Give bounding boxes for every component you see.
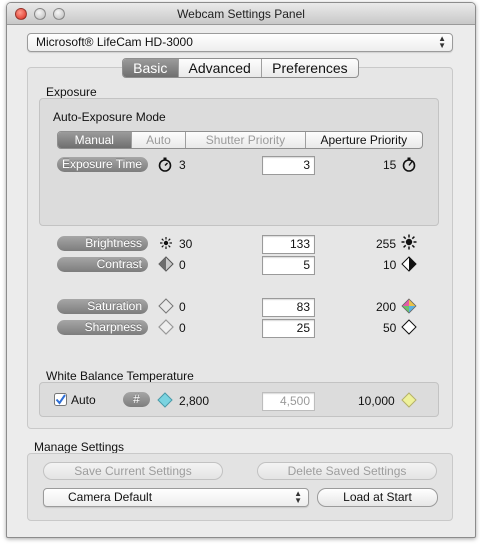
stopwatch-icon — [158, 157, 172, 172]
diamond-warm-icon — [401, 392, 417, 408]
contrast-min: 0 — [179, 258, 186, 272]
mode-manual-button[interactable]: Manual — [58, 132, 131, 148]
auto-white-balance-checkbox[interactable] — [54, 393, 67, 406]
settings-window: Webcam Settings Panel Microsoft® LifeCam… — [6, 2, 476, 538]
load-at-start-button[interactable]: Load at Start — [317, 488, 438, 507]
saturation-min: 0 — [179, 300, 186, 314]
manage-settings-label: Manage Settings — [34, 440, 125, 454]
tab-bar: Basic Advanced Preferences — [122, 58, 359, 78]
tab-basic[interactable]: Basic — [123, 59, 178, 77]
saturation-field[interactable]: 83 — [262, 298, 315, 317]
window-title: Webcam Settings Panel — [177, 7, 305, 21]
contrast-low-icon — [158, 256, 174, 272]
sharpness-max: 50 — [383, 321, 397, 335]
white-balance-field[interactable]: 4,500 — [262, 392, 315, 411]
diamond-color-icon — [401, 298, 417, 314]
white-balance-max: 10,000 — [358, 394, 395, 408]
camera-select[interactable]: Microsoft® LifeCam HD-3000 ▲ ▼ — [27, 33, 453, 52]
tab-preferences[interactable]: Preferences — [260, 59, 358, 77]
save-current-settings-button[interactable]: Save Current Settings — [43, 462, 223, 480]
mode-aperture-priority-button[interactable]: Aperture Priority — [304, 132, 422, 148]
exposure-mode-control: Manual Auto Shutter Priority Aperture Pr… — [57, 131, 423, 149]
preset-popup-arrows-icon: ▲ ▼ — [294, 489, 302, 505]
delete-saved-settings-button[interactable]: Delete Saved Settings — [257, 462, 437, 480]
brightness-min: 30 — [179, 237, 193, 251]
exposure-time-field[interactable]: 3 — [262, 156, 315, 175]
sharpness-high-icon — [401, 319, 417, 335]
contrast-field[interactable]: 5 — [262, 256, 315, 275]
mode-shutter-priority-button[interactable]: Shutter Priority — [185, 132, 304, 148]
auto-exposure-mode-label: Auto-Exposure Mode — [53, 110, 166, 124]
white-balance-min: 2,800 — [179, 394, 210, 408]
contrast-label: Contrast — [57, 257, 148, 272]
mode-auto-button[interactable]: Auto — [130, 132, 186, 148]
contrast-high-icon — [401, 256, 417, 272]
sun-large-icon — [401, 234, 417, 250]
sharpness-label: Sharpness — [57, 320, 148, 335]
auto-white-balance-label: Auto — [71, 393, 96, 407]
sun-small-icon — [160, 237, 172, 249]
brightness-max: 255 — [376, 237, 397, 251]
popup-arrows-icon: ▲ ▼ — [438, 34, 446, 50]
diamond-outline-icon — [158, 298, 174, 314]
sharpness-field[interactable]: 25 — [262, 319, 315, 338]
sharpness-low-icon — [158, 319, 174, 335]
sharpness-min: 0 — [179, 321, 186, 335]
saturation-max: 200 — [376, 300, 397, 314]
tab-advanced[interactable]: Advanced — [177, 59, 261, 77]
diamond-cool-icon — [157, 392, 173, 408]
preset-select-value: Camera Default — [68, 490, 153, 504]
exposure-time-min: 3 — [179, 158, 186, 172]
white-balance-section-label: White Balance Temperature — [46, 369, 194, 383]
exposure-section-label: Exposure — [46, 85, 97, 99]
exposure-time-label: Exposure Time — [57, 157, 148, 172]
saturation-label: Saturation — [57, 299, 148, 314]
exposure-time-max: 15 — [383, 158, 397, 172]
white-balance-hash-button[interactable]: # — [123, 392, 150, 407]
preset-select[interactable]: Camera Default ▲ ▼ — [43, 488, 309, 507]
title-bar: Webcam Settings Panel — [7, 3, 475, 25]
brightness-label: Brightness — [57, 236, 148, 251]
contrast-max: 10 — [383, 258, 397, 272]
camera-select-value: Microsoft® LifeCam HD-3000 — [36, 35, 193, 49]
stopwatch-max-icon — [402, 157, 416, 172]
brightness-field[interactable]: 133 — [262, 235, 315, 254]
